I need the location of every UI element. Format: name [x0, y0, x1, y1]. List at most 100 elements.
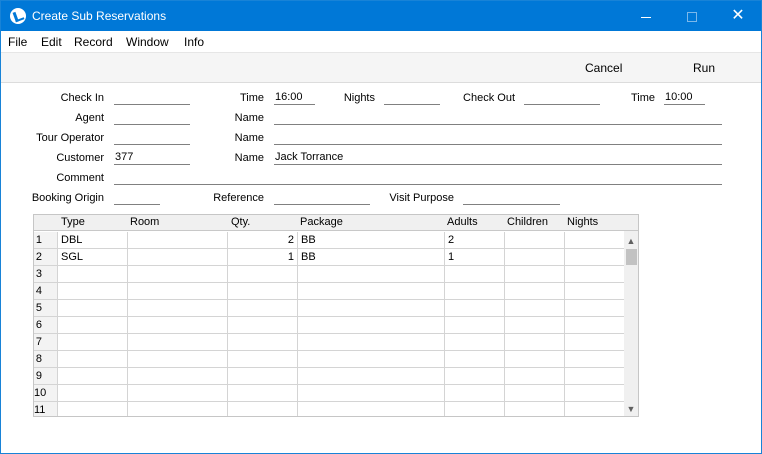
col-header-room[interactable]: Room	[130, 216, 159, 228]
cell-package[interactable]	[297, 385, 444, 401]
cell-nights[interactable]	[564, 300, 624, 316]
table-row[interactable]: 5	[34, 300, 624, 317]
cell-adults[interactable]	[444, 368, 504, 384]
cell-children[interactable]	[504, 334, 564, 350]
cell-room[interactable]	[127, 368, 227, 384]
nights-field[interactable]	[384, 91, 440, 105]
reference-field[interactable]	[274, 191, 370, 205]
cell-nights[interactable]	[564, 334, 624, 350]
table-row[interactable]: 4	[34, 283, 624, 300]
cell-children[interactable]	[504, 402, 564, 416]
cell-qty[interactable]	[227, 317, 297, 333]
cell-nights[interactable]	[564, 232, 624, 248]
customer-field[interactable]: 377	[114, 151, 190, 165]
cell-children[interactable]	[504, 283, 564, 299]
cell-children[interactable]	[504, 232, 564, 248]
cell-children[interactable]	[504, 266, 564, 282]
col-header-package[interactable]: Package	[300, 216, 343, 228]
table-row[interactable]: 6	[34, 317, 624, 334]
comment-field[interactable]	[114, 171, 722, 185]
cell-adults[interactable]	[444, 300, 504, 316]
chevron-up-icon[interactable]: ▲	[624, 235, 638, 247]
cell-children[interactable]	[504, 249, 564, 265]
run-button[interactable]: Run	[693, 61, 715, 75]
cell-adults[interactable]: 2	[444, 232, 504, 248]
cell-adults[interactable]: 1	[444, 249, 504, 265]
cell-package[interactable]	[297, 317, 444, 333]
table-row[interactable]: 3	[34, 266, 624, 283]
cell-children[interactable]	[504, 317, 564, 333]
customer-name-field[interactable]: Jack Torrance	[274, 151, 722, 165]
cell-type[interactable]	[57, 266, 127, 282]
col-header-qty[interactable]: Qty.	[231, 216, 250, 228]
cell-children[interactable]	[504, 368, 564, 384]
cell-type[interactable]	[57, 385, 127, 401]
cell-qty[interactable]	[227, 385, 297, 401]
menu-record[interactable]: Record	[74, 35, 113, 49]
cell-room[interactable]	[127, 351, 227, 367]
cell-nights[interactable]	[564, 385, 624, 401]
cancel-button[interactable]: Cancel	[585, 61, 622, 75]
cell-room[interactable]	[127, 385, 227, 401]
table-row[interactable]: 7	[34, 334, 624, 351]
cell-adults[interactable]	[444, 317, 504, 333]
cell-adults[interactable]	[444, 385, 504, 401]
cell-package[interactable]: BB	[297, 232, 444, 248]
table-row[interactable]: 1 DBL 2 BB 2	[34, 232, 624, 249]
cell-qty[interactable]	[227, 283, 297, 299]
cell-type[interactable]	[57, 283, 127, 299]
cell-adults[interactable]	[444, 351, 504, 367]
tour-operator-field[interactable]	[114, 131, 190, 145]
cell-qty[interactable]: 1	[227, 249, 297, 265]
cell-nights[interactable]	[564, 351, 624, 367]
cell-room[interactable]	[127, 249, 227, 265]
cell-nights[interactable]	[564, 402, 624, 416]
cell-package[interactable]	[297, 368, 444, 384]
cell-package[interactable]	[297, 351, 444, 367]
cell-type[interactable]	[57, 351, 127, 367]
menu-info[interactable]: Info	[184, 35, 204, 49]
cell-type[interactable]	[57, 402, 127, 416]
time-field-1[interactable]: 16:00	[274, 91, 315, 105]
cell-type[interactable]	[57, 368, 127, 384]
cell-room[interactable]	[127, 300, 227, 316]
check-out-field[interactable]	[524, 91, 600, 105]
cell-qty[interactable]	[227, 266, 297, 282]
cell-children[interactable]	[504, 351, 564, 367]
cell-children[interactable]	[504, 300, 564, 316]
check-in-field[interactable]	[114, 91, 190, 105]
cell-adults[interactable]	[444, 283, 504, 299]
cell-children[interactable]	[504, 385, 564, 401]
cell-package[interactable]	[297, 334, 444, 350]
table-row[interactable]: 2 SGL 1 BB 1	[34, 249, 624, 266]
cell-qty[interactable]	[227, 300, 297, 316]
cell-qty[interactable]	[227, 334, 297, 350]
cell-package[interactable]: BB	[297, 249, 444, 265]
cell-package[interactable]	[297, 402, 444, 416]
cell-package[interactable]	[297, 266, 444, 282]
booking-origin-field[interactable]	[114, 191, 160, 205]
time-field-2[interactable]: 10:00	[664, 91, 705, 105]
cell-package[interactable]	[297, 300, 444, 316]
cell-adults[interactable]	[444, 402, 504, 416]
minimize-button[interactable]	[623, 1, 669, 31]
vertical-scrollbar[interactable]: ▲ ▼	[624, 231, 638, 416]
table-row[interactable]: 11	[34, 402, 624, 416]
title-bar[interactable]: Create Sub Reservations ✕	[1, 1, 761, 31]
table-row[interactable]: 10	[34, 385, 624, 402]
close-button[interactable]: ✕	[715, 1, 761, 31]
col-header-type[interactable]: Type	[61, 216, 85, 228]
cell-room[interactable]	[127, 334, 227, 350]
table-row[interactable]: 8	[34, 351, 624, 368]
cell-qty[interactable]: 2	[227, 232, 297, 248]
cell-adults[interactable]	[444, 266, 504, 282]
cell-adults[interactable]	[444, 334, 504, 350]
cell-room[interactable]	[127, 232, 227, 248]
cell-qty[interactable]	[227, 368, 297, 384]
menu-window[interactable]: Window	[126, 35, 169, 49]
cell-nights[interactable]	[564, 368, 624, 384]
cell-type[interactable]	[57, 300, 127, 316]
col-header-adults[interactable]: Adults	[447, 216, 478, 228]
agent-field[interactable]	[114, 111, 190, 125]
table-row[interactable]: 9	[34, 368, 624, 385]
